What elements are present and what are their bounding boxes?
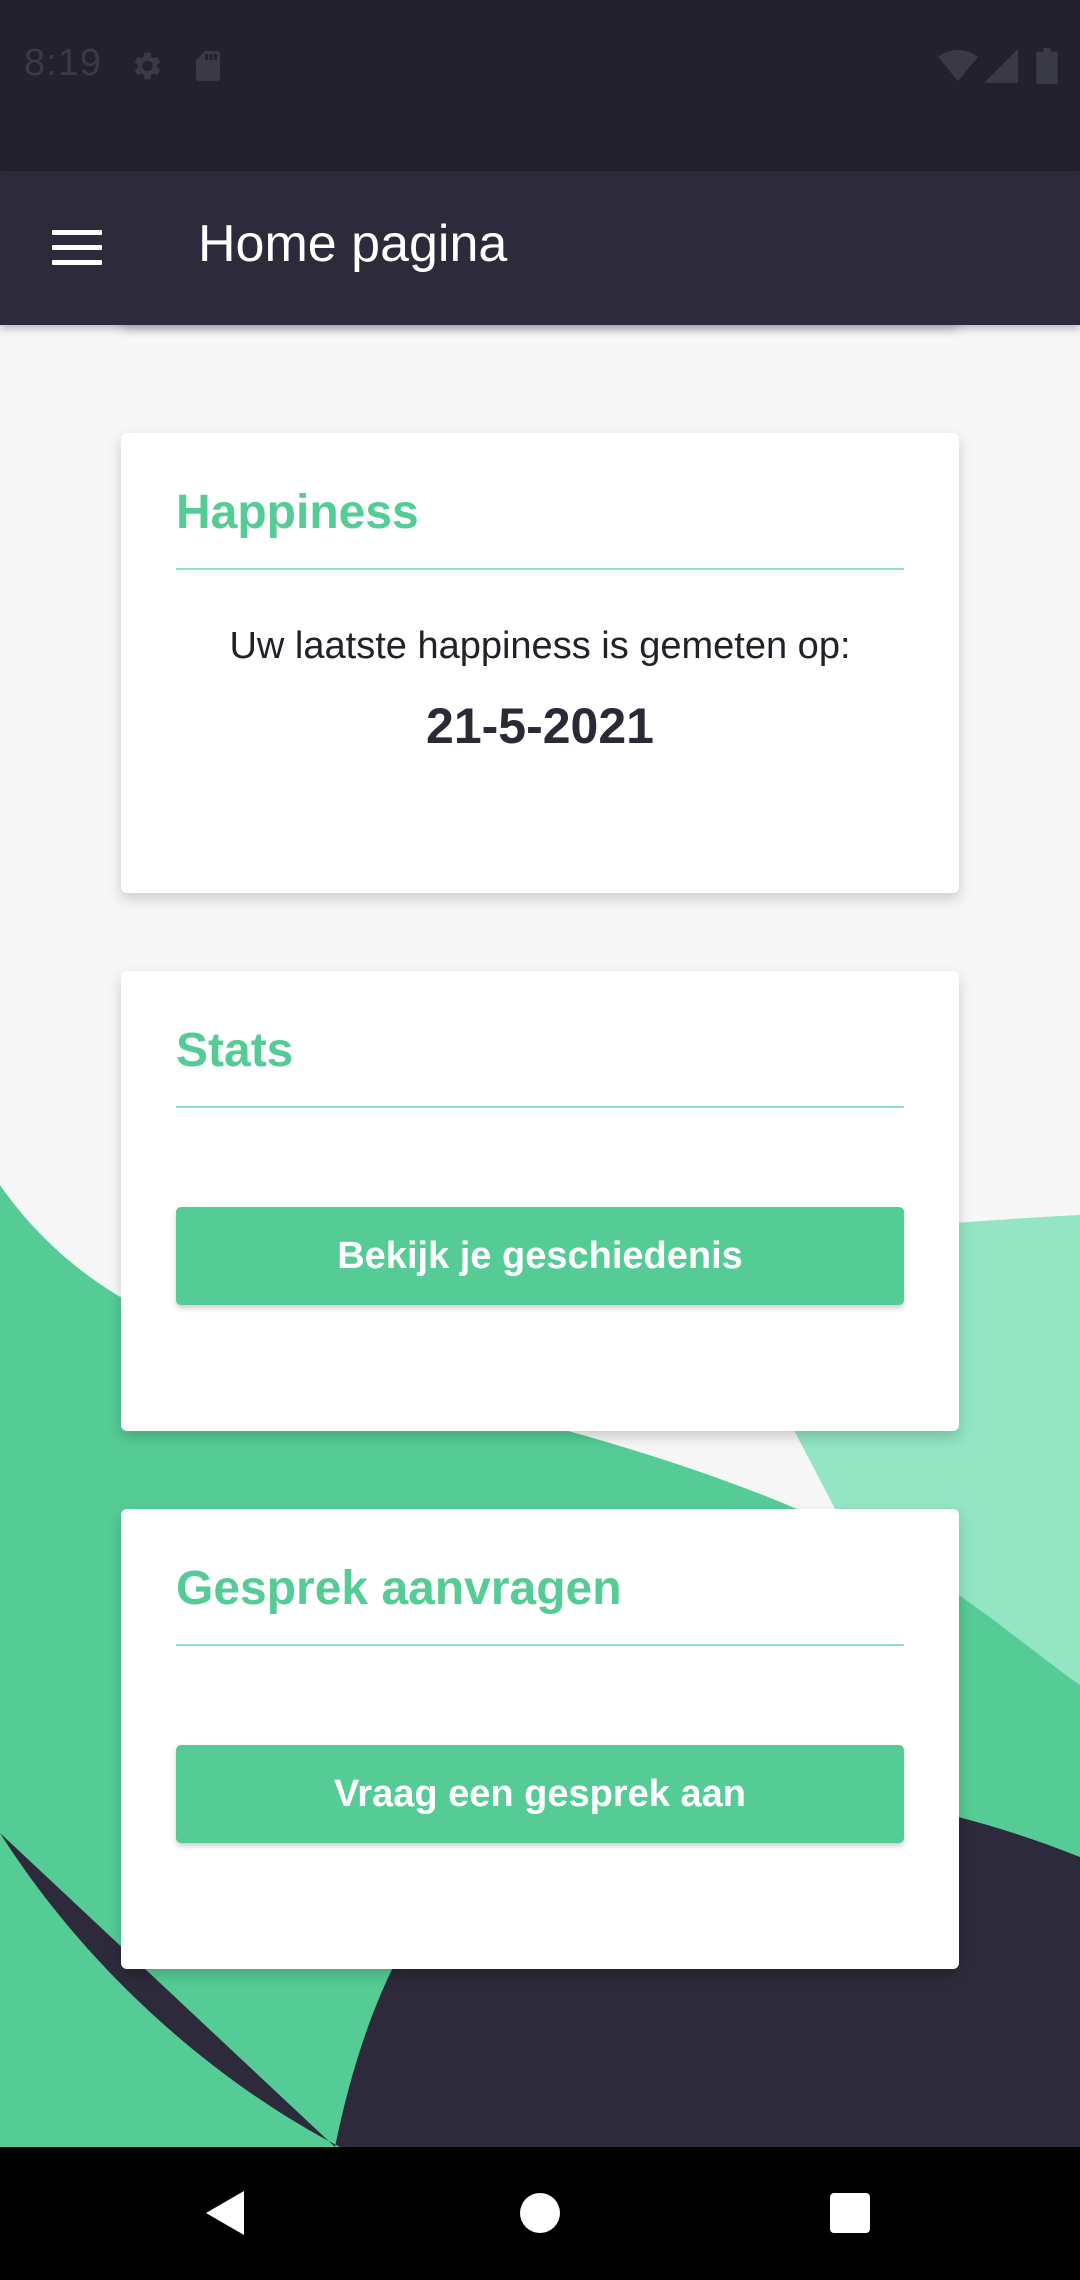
gesprek-title: Gesprek aanvragen bbox=[176, 1562, 622, 1615]
status-bar: 8:19 bbox=[0, 0, 1080, 171]
divider bbox=[176, 1106, 904, 1108]
back-icon[interactable] bbox=[186, 2173, 266, 2253]
recents-icon[interactable] bbox=[810, 2173, 890, 2253]
menu-icon[interactable] bbox=[40, 211, 114, 285]
wifi-icon bbox=[938, 48, 978, 84]
sd-card-icon bbox=[190, 48, 226, 84]
request-conversation-button[interactable]: Vraag een gesprek aan bbox=[176, 1745, 904, 1843]
signal-icon bbox=[984, 48, 1018, 84]
page-title: Home pagina bbox=[198, 215, 508, 273]
happiness-text: Uw laatste happiness is gemeten op: bbox=[229, 625, 851, 667]
happiness-card: Happiness Uw laatste happiness is gemete… bbox=[121, 433, 959, 893]
app-bar: Home pagina bbox=[0, 171, 1080, 325]
divider bbox=[176, 568, 904, 570]
settings-icon bbox=[128, 48, 164, 84]
main-content[interactable]: Happiness Uw laatste happiness is gemete… bbox=[0, 325, 1080, 2147]
home-icon[interactable] bbox=[500, 2173, 580, 2253]
stats-title: Stats bbox=[176, 1024, 294, 1077]
status-time: 8:19 bbox=[24, 42, 102, 84]
stats-card: Stats Bekijk je geschiedenis bbox=[121, 971, 959, 1431]
battery-icon bbox=[1036, 48, 1058, 84]
happiness-date: 21-5-2021 bbox=[426, 698, 654, 754]
view-history-button[interactable]: Bekijk je geschiedenis bbox=[176, 1207, 904, 1305]
gesprek-card: Gesprek aanvragen Vraag een gesprek aan bbox=[121, 1509, 959, 1969]
divider bbox=[176, 1644, 904, 1646]
happiness-title: Happiness bbox=[176, 486, 419, 539]
navigation-bar bbox=[0, 2147, 1080, 2280]
